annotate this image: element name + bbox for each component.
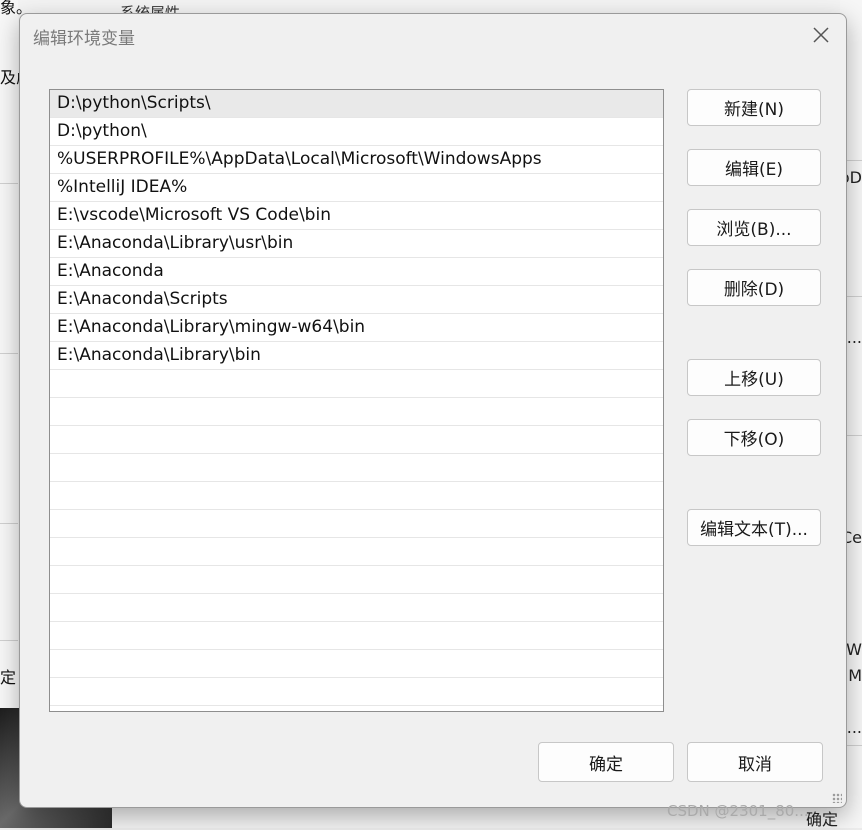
list-item[interactable]: E:\Anaconda bbox=[50, 258, 663, 286]
watermark: CSDN @2301_80... bbox=[667, 802, 809, 820]
list-item[interactable]: D:\python\ bbox=[50, 118, 663, 146]
empty-row[interactable] bbox=[50, 594, 663, 622]
empty-row[interactable] bbox=[50, 510, 663, 538]
background-text: 定 bbox=[0, 664, 16, 688]
list-item[interactable]: E:\vscode\Microsoft VS Code\bin bbox=[50, 202, 663, 230]
empty-row[interactable] bbox=[50, 566, 663, 594]
background-ok-button[interactable]: 确定 bbox=[806, 806, 838, 830]
edit-environment-variable-dialog: 编辑环境变量 D:\python\Scripts\ D:\python\ %US… bbox=[19, 13, 847, 808]
resize-grip[interactable] bbox=[832, 793, 842, 803]
browse-button[interactable]: 浏览(B)... bbox=[687, 209, 821, 246]
move-up-button[interactable]: 上移(U) bbox=[687, 359, 821, 396]
close-button[interactable] bbox=[806, 22, 836, 48]
background-left-panel bbox=[0, 0, 18, 828]
delete-button[interactable]: 删除(D) bbox=[687, 269, 821, 306]
empty-row[interactable] bbox=[50, 426, 663, 454]
close-icon bbox=[812, 26, 830, 44]
list-item[interactable]: %IntelliJ IDEA% bbox=[50, 174, 663, 202]
list-item[interactable]: E:\Anaconda\Library\usr\bin bbox=[50, 230, 663, 258]
list-item[interactable]: E:\Anaconda\Library\mingw-w64\bin bbox=[50, 314, 663, 342]
empty-row[interactable] bbox=[50, 650, 663, 678]
edit-text-button[interactable]: 编辑文本(T)... bbox=[687, 509, 821, 546]
background-divider bbox=[0, 640, 18, 641]
edit-button[interactable]: 编辑(E) bbox=[687, 149, 821, 186]
list-item[interactable]: E:\Anaconda\Scripts bbox=[50, 286, 663, 314]
list-item[interactable]: E:\Anaconda\Library\bin bbox=[50, 342, 663, 370]
background-text: ... bbox=[847, 718, 862, 737]
list-item[interactable]: D:\python\Scripts\ bbox=[50, 90, 663, 118]
list-item[interactable]: %USERPROFILE%\AppData\Local\Microsoft\Wi… bbox=[50, 146, 663, 174]
empty-row[interactable] bbox=[50, 678, 663, 706]
empty-row[interactable] bbox=[50, 370, 663, 398]
cancel-button[interactable]: 取消 bbox=[687, 742, 823, 782]
path-list[interactable]: D:\python\Scripts\ D:\python\ %USERPROFI… bbox=[49, 89, 664, 712]
empty-row[interactable] bbox=[50, 706, 663, 712]
empty-row[interactable] bbox=[50, 538, 663, 566]
background-divider bbox=[0, 353, 18, 354]
background-divider bbox=[0, 523, 18, 524]
background-divider bbox=[0, 183, 18, 184]
dialog-title: 编辑环境变量 bbox=[33, 24, 135, 49]
empty-row[interactable] bbox=[50, 482, 663, 510]
move-down-button[interactable]: 下移(O) bbox=[687, 419, 821, 456]
empty-row[interactable] bbox=[50, 454, 663, 482]
ok-button[interactable]: 确定 bbox=[538, 742, 674, 782]
empty-row[interactable] bbox=[50, 398, 663, 426]
new-button[interactable]: 新建(N) bbox=[687, 89, 821, 126]
empty-row[interactable] bbox=[50, 622, 663, 650]
